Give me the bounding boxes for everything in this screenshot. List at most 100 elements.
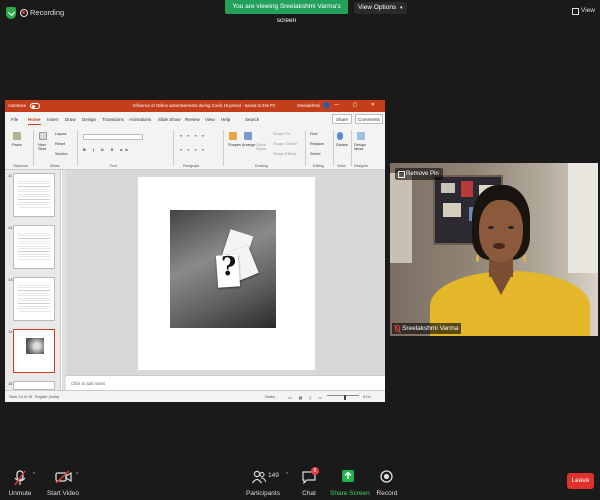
- zoom-slider: [327, 395, 359, 396]
- layout-label: Layout: [55, 132, 67, 136]
- align-buttons-icon: ≡ ≡ ≡ ≡: [180, 148, 207, 152]
- avatar: [323, 102, 330, 109]
- tab-insert: Insert: [47, 117, 59, 122]
- zoom-level: 61%: [363, 395, 371, 399]
- mic-muted-icon: [14, 470, 26, 486]
- notes-toggle: Notes: [265, 395, 275, 399]
- participants-chevron-icon[interactable]: ^: [286, 472, 288, 478]
- video-options-chevron-icon[interactable]: ^: [76, 472, 78, 478]
- find-label: Find: [310, 132, 318, 136]
- quick-styles-label: Quick Styles: [256, 143, 267, 151]
- chat-label: Chat: [302, 490, 316, 497]
- unmute-label: Unmute: [8, 490, 32, 497]
- group-slides: Slides: [50, 164, 60, 168]
- record-icon: [380, 470, 393, 483]
- tab-review: Review: [185, 117, 200, 122]
- ppt-comments-button: Comments: [355, 114, 383, 124]
- reset-label: Reset: [55, 142, 65, 146]
- remove-pin-button[interactable]: Remove Pin: [395, 168, 443, 180]
- font-style-buttons-icon: B I U S ab: [83, 148, 131, 152]
- grid-view-icon: [572, 8, 579, 15]
- current-slide: ?: [138, 177, 315, 370]
- slide-thumbnail: [13, 173, 55, 217]
- audio-options-chevron-icon[interactable]: ^: [33, 472, 35, 478]
- dictate-icon: [337, 132, 343, 140]
- window-controls-icon: — ▢ ✕: [334, 102, 381, 108]
- new-slide-icon: [39, 132, 47, 140]
- meeting-top-bar: Recording You are viewing Sreelakshmi Va…: [0, 0, 600, 28]
- recording-label: Recording: [30, 8, 65, 17]
- thumb-number: 12: [8, 225, 13, 230]
- design-ideas-icon: [357, 132, 365, 140]
- leave-button[interactable]: Leave: [567, 473, 594, 489]
- document-title: Influence of Online advertisements durin…: [133, 103, 276, 108]
- slide-count: Slide 14 of 19: [9, 395, 33, 399]
- group-designer: Designer: [354, 164, 369, 168]
- replace-label: Replace: [310, 142, 324, 146]
- select-label: Select: [310, 152, 321, 156]
- section-label: Section: [55, 152, 68, 156]
- slide-thumbnail: [13, 381, 55, 390]
- participants-label: Participants: [246, 490, 280, 497]
- group-drawing: Drawing: [255, 164, 268, 168]
- slide-thumbnail-selected: [13, 329, 55, 373]
- meeting-controls-toolbar: Unmute ^ Start Video ^ 149 Participants …: [0, 460, 600, 500]
- mic-muted-icon: [395, 325, 400, 332]
- participant-face: [479, 200, 523, 262]
- language-status: English (India): [35, 395, 60, 399]
- tab-file: File: [11, 117, 19, 122]
- thumb-number: 15: [8, 381, 13, 386]
- group-voice: Voice: [337, 164, 346, 168]
- thumb-number: 14: [8, 329, 13, 334]
- view-label: View: [581, 7, 595, 14]
- autosave-toggle: [30, 102, 40, 109]
- group-paragraph: Paragraph: [183, 164, 200, 168]
- view-button[interactable]: View: [572, 6, 595, 18]
- participant-name: Sreelakshmi Varma: [402, 325, 459, 332]
- dictate-label: Dictate: [336, 143, 348, 147]
- tab-home: Home: [28, 117, 41, 125]
- shapes-icon: [229, 132, 237, 140]
- tab-design: Design: [82, 117, 97, 122]
- ppt-status-bar: Slide 14 of 19 English (India) Notes ▭ ▦…: [5, 390, 385, 402]
- font-name-box: [83, 134, 143, 140]
- ppt-share-button: Share: [332, 114, 352, 124]
- new-slide-label: New Slide: [38, 143, 47, 151]
- tab-slide-show: Slide Show: [158, 117, 181, 122]
- arrange-label: Arrange: [242, 143, 256, 147]
- group-font: Font: [110, 164, 118, 168]
- view-buttons-icon: ▭ ▦ ▯ ▭: [288, 396, 326, 400]
- slide-canvas: ?: [66, 170, 385, 375]
- participant-name-tag: Sreelakshmi Varma: [392, 323, 462, 334]
- slide-thumbnail: [13, 277, 55, 321]
- shapes-label: Shapes: [228, 143, 241, 147]
- viewing-screen-banner: You are viewing Sreelakshmi Varma's scre…: [225, 0, 348, 24]
- participants-icon: [252, 470, 266, 484]
- tab-help: Help: [221, 117, 231, 122]
- ribbon-tabs: File Home Insert Draw Design Transitions…: [5, 112, 385, 126]
- participants-count: 149: [268, 472, 279, 479]
- shared-screen-powerpoint: AutoSave Influence of Online advertiseme…: [5, 100, 385, 402]
- thumb-number: 11: [8, 173, 13, 178]
- arrange-icon: [244, 132, 252, 140]
- tab-view: View: [205, 117, 215, 122]
- view-options-label: View Options: [358, 4, 397, 11]
- tab-draw: Draw: [65, 117, 76, 122]
- question-mark-icon: ?: [221, 252, 237, 282]
- video-off-icon: [55, 470, 72, 484]
- slide-thumbnail: [13, 225, 55, 269]
- chevron-down-icon: ▾: [400, 5, 403, 11]
- design-ideas-label: Design Ideas: [354, 143, 366, 151]
- tab-transitions: Transitions: [102, 117, 124, 122]
- record-label: Record: [376, 490, 398, 497]
- group-clipboard: Clipboard: [13, 164, 28, 168]
- participant-video[interactable]: Remove Pin Sreelakshmi Varma: [390, 163, 598, 336]
- paragraph-buttons-icon: ≡ ≡ ≡ ≡: [180, 134, 207, 138]
- ppt-user-name: Sreelakshmi: [297, 103, 321, 108]
- view-options-button[interactable]: View Options ▾: [354, 2, 407, 14]
- tab-animations: Animations: [129, 117, 152, 122]
- security-shield-icon[interactable]: [6, 7, 16, 19]
- share-screen-icon: [342, 470, 354, 482]
- autosave-label: AutoSave: [8, 103, 27, 108]
- thumb-number: 13: [8, 277, 13, 282]
